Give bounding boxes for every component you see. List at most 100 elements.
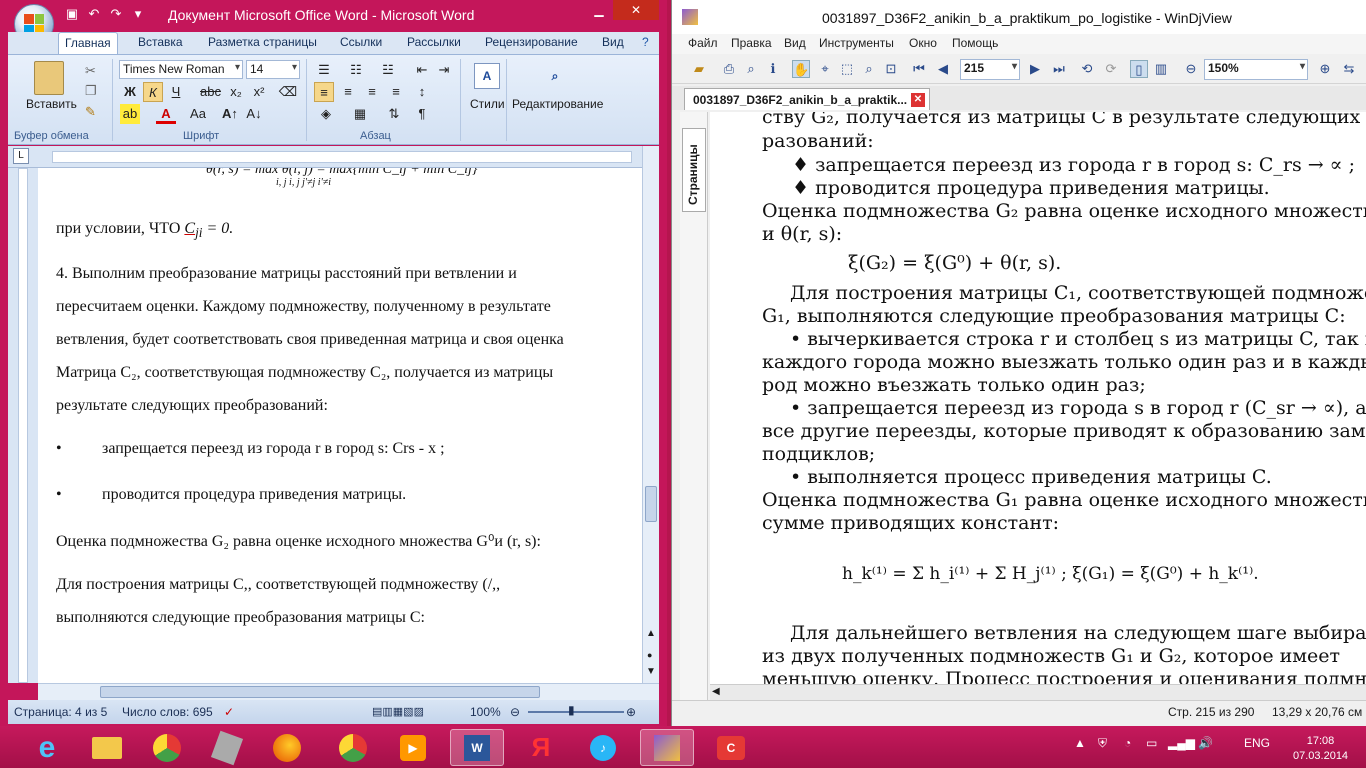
zoom-in-icon[interactable]: ⊕	[1316, 60, 1334, 78]
next-page-icon[interactable]: ▼	[646, 666, 656, 677]
media-icon[interactable]: ▶	[386, 729, 440, 766]
scrollbar-thumb[interactable]	[645, 486, 657, 522]
bold-button[interactable]: Ж	[120, 82, 140, 102]
archive-icon[interactable]	[200, 729, 254, 766]
info-icon[interactable]: ℹ	[764, 60, 782, 78]
shrink-font-icon[interactable]: A↓	[244, 104, 264, 124]
highlight-icon[interactable]: ab	[120, 104, 140, 124]
document-tab[interactable]: 0031897_D36F2_anikin_b_a_praktik... ✕	[684, 88, 930, 110]
single-page-icon[interactable]: ▯	[1130, 60, 1148, 78]
shading-icon[interactable]: ◈	[316, 104, 336, 124]
minimize-icon[interactable]: ▁	[585, 0, 613, 20]
menu-edit[interactable]: Правка	[731, 36, 772, 50]
horizontal-scrollbar[interactable]	[38, 683, 659, 700]
scrollbar-thumb[interactable]	[100, 686, 540, 698]
prev-page-icon[interactable]: ◀	[934, 60, 952, 78]
ie-icon[interactable]: e	[20, 729, 74, 766]
show-hidden-icons[interactable]: ▲	[1074, 736, 1086, 750]
last-page-icon[interactable]: ⏭	[1050, 60, 1068, 78]
security-icon[interactable]: ⛨	[1098, 736, 1107, 751]
align-right-icon[interactable]: ≡	[362, 82, 382, 102]
menu-tools[interactable]: Инструменты	[819, 36, 894, 50]
horizontal-scrollbar[interactable]: ◀	[710, 684, 1366, 700]
audio-icon[interactable]: ♪	[576, 729, 630, 766]
strikethrough-button[interactable]: abc	[200, 82, 221, 102]
tab-home[interactable]: Главная	[58, 32, 118, 54]
volume-icon[interactable]: 🔊	[1198, 736, 1213, 750]
yandex-icon[interactable]: Я	[514, 729, 568, 766]
zoom-in-icon[interactable]: ⊕	[626, 705, 636, 719]
tab-references[interactable]: Ссылки	[340, 35, 382, 49]
justify-icon[interactable]: ≡	[386, 82, 406, 102]
misc-red-icon[interactable]: C	[704, 729, 758, 766]
numbering-icon[interactable]: ☷	[346, 60, 366, 80]
zoom-out-icon[interactable]: ⊖	[510, 705, 520, 719]
align-center-icon[interactable]: ≡	[338, 82, 358, 102]
editing-button[interactable]: Редактирование	[512, 97, 603, 111]
zoom-slider[interactable]	[528, 711, 624, 713]
find-icon[interactable]: ⌕	[742, 60, 760, 78]
clear-format-icon[interactable]: ⌫	[278, 82, 298, 102]
rotate-icon[interactable]: ⇆	[1340, 60, 1358, 78]
proofing-icon[interactable]: ✓	[224, 705, 234, 719]
close-tab-icon[interactable]: ✕	[911, 93, 925, 107]
save-icon[interactable]: ▣	[64, 6, 80, 22]
styles-button[interactable]: Стили	[470, 97, 505, 111]
copy-icon[interactable]: ❐	[85, 83, 97, 99]
word-icon[interactable]: W	[450, 729, 504, 766]
paste-icon[interactable]	[34, 61, 64, 95]
help-icon[interactable]: ?	[642, 35, 649, 49]
customize-qat-icon[interactable]: ▾	[130, 6, 146, 22]
page-indicator[interactable]: Страница: 4 из 5	[14, 705, 107, 719]
font-name-select[interactable]: Times New Roman	[119, 60, 243, 79]
pages-side-tab[interactable]: Страницы	[682, 128, 706, 212]
zoom-select[interactable]: 150%	[1204, 59, 1308, 80]
chrome-icon[interactable]	[326, 729, 380, 766]
sort-icon[interactable]: ⇅	[384, 104, 404, 124]
format-painter-icon[interactable]: ✎	[85, 104, 96, 120]
battery-icon[interactable]: ▭	[1146, 736, 1157, 750]
find-icon[interactable]: ⌕	[542, 63, 568, 89]
continuous-icon[interactable]: ▥	[1152, 60, 1170, 78]
tab-review[interactable]: Рецензирование	[485, 35, 578, 49]
tab-view[interactable]: Вид	[602, 35, 624, 49]
paste-button[interactable]: Вставить	[26, 97, 77, 111]
redo-icon[interactable]: ↷	[108, 6, 124, 22]
align-left-icon[interactable]: ≡	[314, 82, 334, 102]
view-buttons[interactable]: ▤▥▦▧▨	[372, 705, 424, 718]
select-tool-icon[interactable]: ⌖	[816, 60, 834, 78]
scroll-left-icon[interactable]: ◀	[712, 686, 720, 697]
close-icon[interactable]: ✕	[613, 0, 659, 20]
italic-button[interactable]: К	[143, 82, 163, 102]
bullets-icon[interactable]: ☰	[314, 60, 334, 80]
zoom-out-icon[interactable]: ⊖	[1182, 60, 1200, 78]
show-marks-icon[interactable]: ¶	[412, 104, 432, 124]
network-icon[interactable]: ▂▄▆	[1168, 736, 1195, 750]
menu-file[interactable]: Файл	[688, 36, 718, 50]
clock[interactable]: 17:08 07.03.2014	[1293, 734, 1348, 764]
subscript-button[interactable]: x₂	[226, 82, 246, 102]
page-number-select[interactable]: 215	[960, 59, 1020, 80]
borders-icon[interactable]: ▦	[350, 104, 370, 124]
zoom-rect-icon[interactable]: ⊡	[882, 60, 900, 78]
horizontal-ruler[interactable]: L	[8, 146, 659, 168]
first-page-icon[interactable]: ⏮	[910, 60, 928, 78]
hand-tool-icon[interactable]: ✋	[792, 60, 810, 78]
tab-page-layout[interactable]: Разметка страницы	[208, 35, 317, 49]
zoom-level[interactable]: 100%	[470, 705, 501, 719]
explorer-icon[interactable]	[80, 729, 134, 766]
open-icon[interactable]: ▰	[690, 60, 708, 78]
chrome-like-icon[interactable]	[140, 729, 194, 766]
font-color-icon[interactable]: A	[156, 104, 176, 124]
djvu-page-view[interactable]: ству G₂, получается из матрицы C в резул…	[710, 112, 1366, 684]
back-icon[interactable]: ⟲	[1078, 60, 1096, 78]
document-page[interactable]: θ(r, s) = max θ(i, j) = max{min C_ij + m…	[38, 168, 642, 683]
tab-selector-icon[interactable]: L	[13, 148, 29, 164]
menu-view[interactable]: Вид	[784, 36, 806, 50]
previous-page-icon[interactable]: ▲	[646, 628, 656, 639]
superscript-button[interactable]: x²	[249, 82, 269, 102]
menu-window[interactable]: Окно	[909, 36, 937, 50]
zoom-thumb[interactable]: ▮	[568, 703, 575, 717]
underline-button[interactable]: Ч	[166, 82, 186, 102]
rect-select-icon[interactable]: ⬚	[838, 60, 856, 78]
